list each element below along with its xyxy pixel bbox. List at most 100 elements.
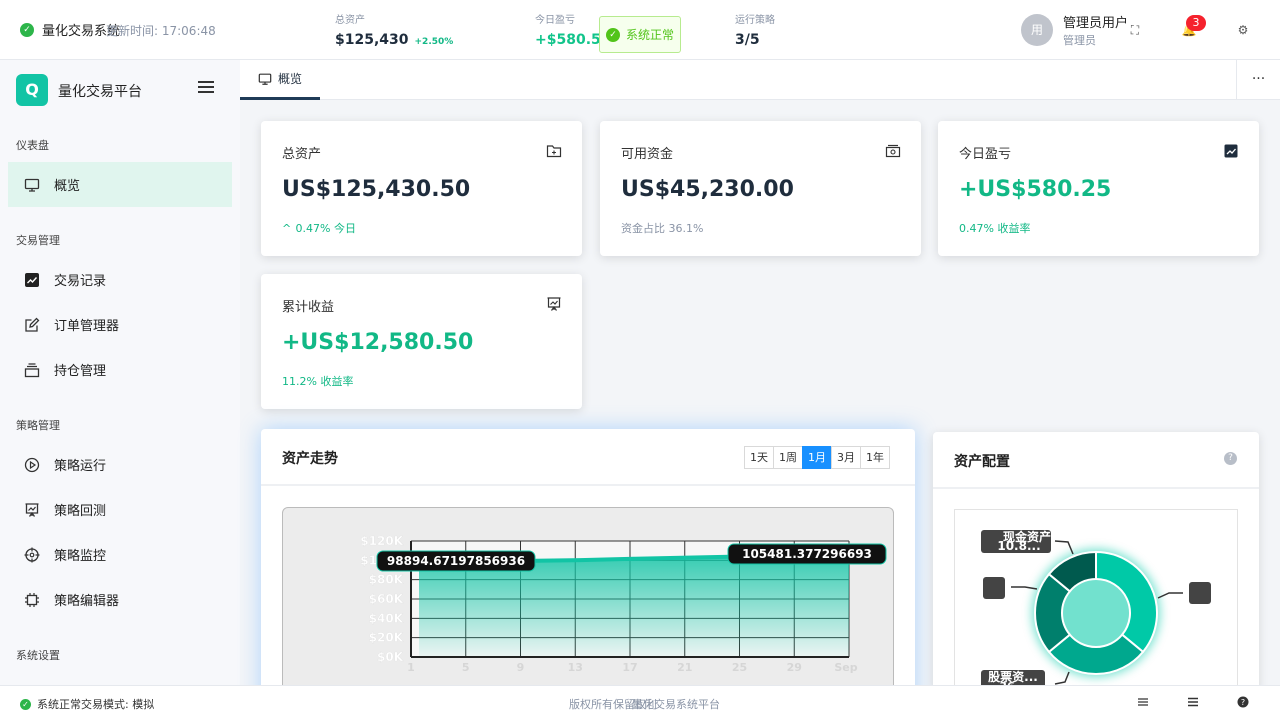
monitor-icon	[24, 177, 40, 193]
app-name: 量化交易平台	[58, 84, 142, 100]
check-circle-icon: ✓	[605, 27, 620, 42]
metric-total-assets: 总资产 $125,430 +2.50%	[335, 15, 454, 48]
y-tick-label: $80K	[369, 573, 404, 587]
update-time: 更新时间: 17:06:48	[106, 24, 216, 38]
metric-value: 3/5	[735, 32, 760, 48]
panel-divider	[933, 487, 1259, 489]
card-cumulative-return: 累计收益 +US$12,580.50 11.2% 收益率	[261, 274, 582, 409]
allocation-donut-svg: 现金资产10.8...股票资...36	[981, 529, 1211, 693]
target-icon	[24, 547, 40, 563]
help-icon[interactable]: ?	[1237, 696, 1249, 711]
equity-panel: 资产走势 1天 1周 1月 3月 1年 $0K $20K $40K $60K $80K $…	[261, 429, 915, 720]
chart-icon	[1223, 143, 1239, 159]
system-status-button[interactable]: ✓ 系统正常	[599, 16, 681, 53]
svg-text:?: ?	[1241, 698, 1245, 707]
tab-overview[interactable]: 概览	[240, 60, 320, 100]
fullscreen-icon[interactable]: ⛶	[1127, 22, 1143, 38]
card-title: 累计收益	[282, 300, 335, 315]
leader-line	[1054, 540, 1074, 555]
card-available-funds: 可用资金 US$45,230.00 资金占比 36.1%	[600, 121, 921, 256]
card-value: US$45,230.00	[621, 177, 794, 202]
range-button[interactable]: 3月	[831, 446, 861, 469]
panel-divider	[261, 484, 915, 486]
leader-line	[1011, 586, 1038, 590]
sidebar-item-strategy-editor[interactable]: 策略编辑器	[8, 577, 232, 622]
leader-line	[1157, 592, 1183, 599]
x-tick-label: 21	[677, 661, 692, 674]
user-role: 管理员	[1063, 34, 1096, 47]
more-tabs-icon[interactable]: ···	[1236, 60, 1280, 100]
check-circle-icon: ✓	[20, 22, 34, 37]
metric-running-strategies: 运行策略 3/5	[735, 15, 775, 48]
menu-icon[interactable]	[1187, 696, 1199, 711]
x-tick-label: 13	[568, 661, 583, 674]
card-title: 总资产	[282, 147, 322, 162]
x-tick-label: 25	[732, 661, 747, 674]
x-tick-label: 5	[462, 661, 470, 674]
avatar[interactable]: 用	[1021, 14, 1053, 46]
label-box	[983, 577, 1005, 599]
card-sub: 资金占比 36.1%	[621, 222, 704, 235]
top-bar: ✓ 量化交易系统 更新时间: 17:06:48 总资产 $125,430 +2.5…	[0, 0, 1280, 60]
panel-title: 资产走势	[282, 451, 338, 467]
brand: ✓ 量化交易系统	[20, 20, 120, 39]
tab-bar: 概览 ···	[240, 60, 1280, 100]
user-name[interactable]: 管理员用户	[1063, 12, 1128, 31]
chart-icon	[24, 272, 40, 288]
card-value: +US$580.25	[959, 177, 1112, 202]
folder-icon	[546, 143, 562, 159]
sidebar-item-strategy-run[interactable]: 策略运行	[8, 442, 232, 487]
card-sub: 11.2% 收益率	[282, 375, 354, 388]
menu-collapse-icon[interactable]	[198, 78, 214, 94]
allocation-label: 10.8...	[997, 539, 1040, 553]
end-value-label: 105481.377296693	[742, 547, 872, 561]
arrow-up-icon: ^	[282, 222, 292, 235]
card-title: 可用资金	[621, 147, 674, 162]
metric-change: +2.50%	[414, 37, 454, 47]
app-root: ✓ 量化交易系统 更新时间: 17:06:48 总资产 $125,430 +2.5…	[0, 0, 1280, 720]
sidebar-item-trade-records[interactable]: 交易记录	[8, 257, 232, 302]
list-icon[interactable]	[1137, 696, 1149, 711]
footer-mode: 交易模式: 模拟	[81, 698, 155, 711]
equity-chart: $0K$20K$40K$60K$80K$100K$120K15913172125…	[282, 507, 894, 707]
edit-icon	[24, 317, 40, 333]
y-tick-label: $60K	[369, 592, 404, 606]
sidebar-item-backtest[interactable]: 策略回测	[8, 487, 232, 532]
range-button[interactable]: 1天	[744, 446, 774, 469]
money-icon	[885, 143, 901, 159]
sidebar-item-overview[interactable]: 概览	[8, 162, 232, 207]
check-circle-icon: ✓	[20, 698, 31, 710]
sidebar-group-strategy: 策略管理	[16, 419, 60, 432]
sidebar-item-positions[interactable]: 持仓管理	[8, 347, 232, 392]
range-button[interactable]: 1年	[860, 446, 890, 469]
sidebar-item-monitor[interactable]: 策略监控	[8, 532, 232, 577]
x-tick-label: 29	[787, 661, 802, 674]
range-button[interactable]: 1周	[773, 446, 803, 469]
card-value: +US$12,580.50	[282, 330, 474, 355]
card-value: US$125,430.50	[282, 177, 471, 202]
start-value-label: 98894.67197856936	[387, 554, 525, 568]
allocation-panel: 资产配置 ? 现金资产10.8...股票资...36	[933, 432, 1259, 709]
x-tick-label: 9	[517, 661, 525, 674]
equity-point	[686, 556, 690, 560]
range-button-selected[interactable]: 1月	[802, 446, 832, 469]
equity-point	[578, 558, 582, 562]
monitor-icon	[258, 72, 272, 86]
presentation-icon	[546, 296, 562, 312]
layers-icon	[24, 362, 40, 378]
status-footer: ✓ 系统正常 交易模式: 模拟 版权所有保留权利 量化交易系统平台 ?	[0, 685, 1280, 720]
equity-chart-svg: $0K$20K$40K$60K$80K$100K$120K15913172125…	[360, 534, 887, 674]
card-title: 今日盈亏	[959, 147, 1012, 162]
sidebar-item-order-manager[interactable]: 订单管理器	[8, 302, 232, 347]
notification-badge: 3	[1186, 15, 1206, 31]
card-today-pnl: 今日盈亏 +US$580.25 0.47% 收益率	[938, 121, 1259, 256]
play-icon	[24, 457, 40, 473]
x-tick-label: 1	[407, 661, 415, 674]
panel-title: 资产配置	[954, 454, 1010, 470]
leader-line	[1054, 671, 1070, 685]
help-icon[interactable]: ?	[1224, 452, 1237, 465]
range-selector: 1天 1周 1月 3月 1年	[744, 446, 890, 469]
gear-icon[interactable]: ⚙	[1235, 22, 1251, 38]
y-tick-label: $20K	[369, 631, 404, 645]
sidebar: Q 量化交易平台 仪表盘 概览 交易管理 交易记录 订单管理器 持仓管理 策略管…	[0, 60, 240, 685]
